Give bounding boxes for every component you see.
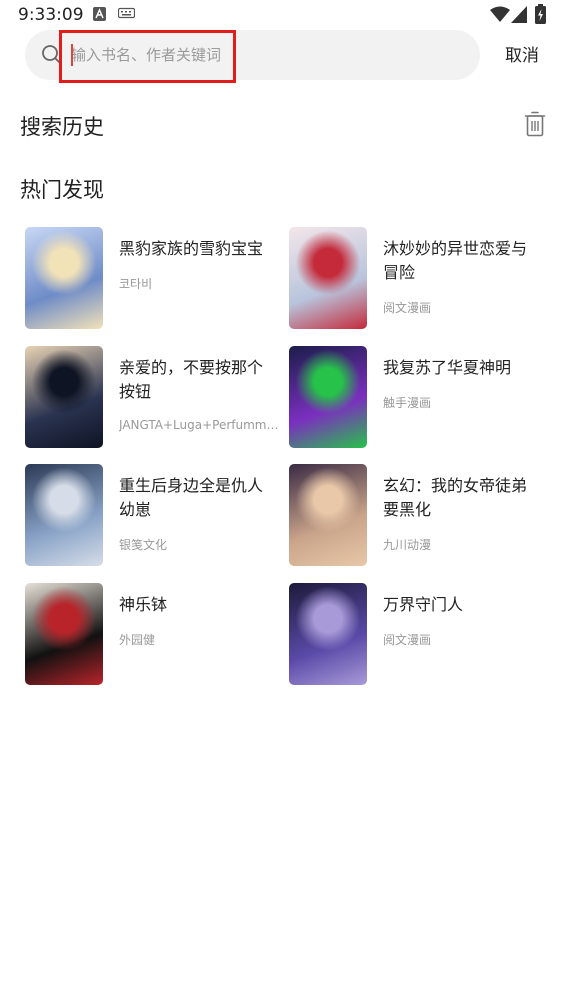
book-cover bbox=[289, 346, 367, 448]
book-title: 我复苏了华夏神明 bbox=[383, 358, 512, 377]
book-cover bbox=[289, 464, 367, 566]
book-item[interactable]: 玄幻：我的女帝徒弟要黑化 九川动漫 bbox=[289, 464, 549, 566]
book-title: 亲爱的，不要按那个按钮 bbox=[119, 358, 264, 401]
book-cover bbox=[289, 227, 367, 329]
book-author: 触手漫画 bbox=[383, 396, 432, 410]
book-author: 阅文漫画 bbox=[383, 633, 432, 647]
book-item[interactable]: 神乐钵 外园健 bbox=[25, 583, 285, 685]
book-item[interactable]: 重生后身边全是仇人幼崽 银笺文化 bbox=[25, 464, 285, 566]
book-author: 阅文漫画 bbox=[383, 301, 432, 315]
book-cover bbox=[25, 346, 103, 448]
book-item[interactable]: 亲爱的，不要按那个按钮 JANGTA+Luga+Perfumm ... bbox=[25, 346, 285, 448]
book-cover bbox=[289, 583, 367, 685]
book-grid: 黑豹家族的雪豹宝宝 코타비 沐妙妙的异世恋爱与冒险 阅文漫画 亲爱的，不要按那个… bbox=[0, 0, 565, 1004]
book-item[interactable]: 沐妙妙的异世恋爱与冒险 阅文漫画 bbox=[289, 227, 549, 329]
book-title: 万界守门人 bbox=[383, 595, 464, 614]
book-item[interactable]: 黑豹家族的雪豹宝宝 코타비 bbox=[25, 227, 285, 329]
book-title: 黑豹家族的雪豹宝宝 bbox=[119, 239, 264, 258]
book-cover bbox=[25, 583, 103, 685]
book-author: 코타비 bbox=[119, 277, 153, 291]
book-author: 外园健 bbox=[119, 633, 156, 647]
book-item[interactable]: 万界守门人 阅文漫画 bbox=[289, 583, 549, 685]
book-author: 银笺文化 bbox=[119, 538, 168, 552]
book-title: 沐妙妙的异世恋爱与冒险 bbox=[383, 239, 528, 282]
book-cover bbox=[25, 227, 103, 329]
book-author: JANGTA+Luga+Perfumm ... bbox=[119, 418, 279, 432]
book-title: 重生后身边全是仇人幼崽 bbox=[119, 476, 264, 519]
book-author: 九川动漫 bbox=[383, 538, 432, 552]
book-cover bbox=[25, 464, 103, 566]
book-title: 玄幻：我的女帝徒弟要黑化 bbox=[383, 476, 528, 519]
book-title: 神乐钵 bbox=[119, 595, 168, 614]
book-item[interactable]: 我复苏了华夏神明 触手漫画 bbox=[289, 346, 549, 448]
